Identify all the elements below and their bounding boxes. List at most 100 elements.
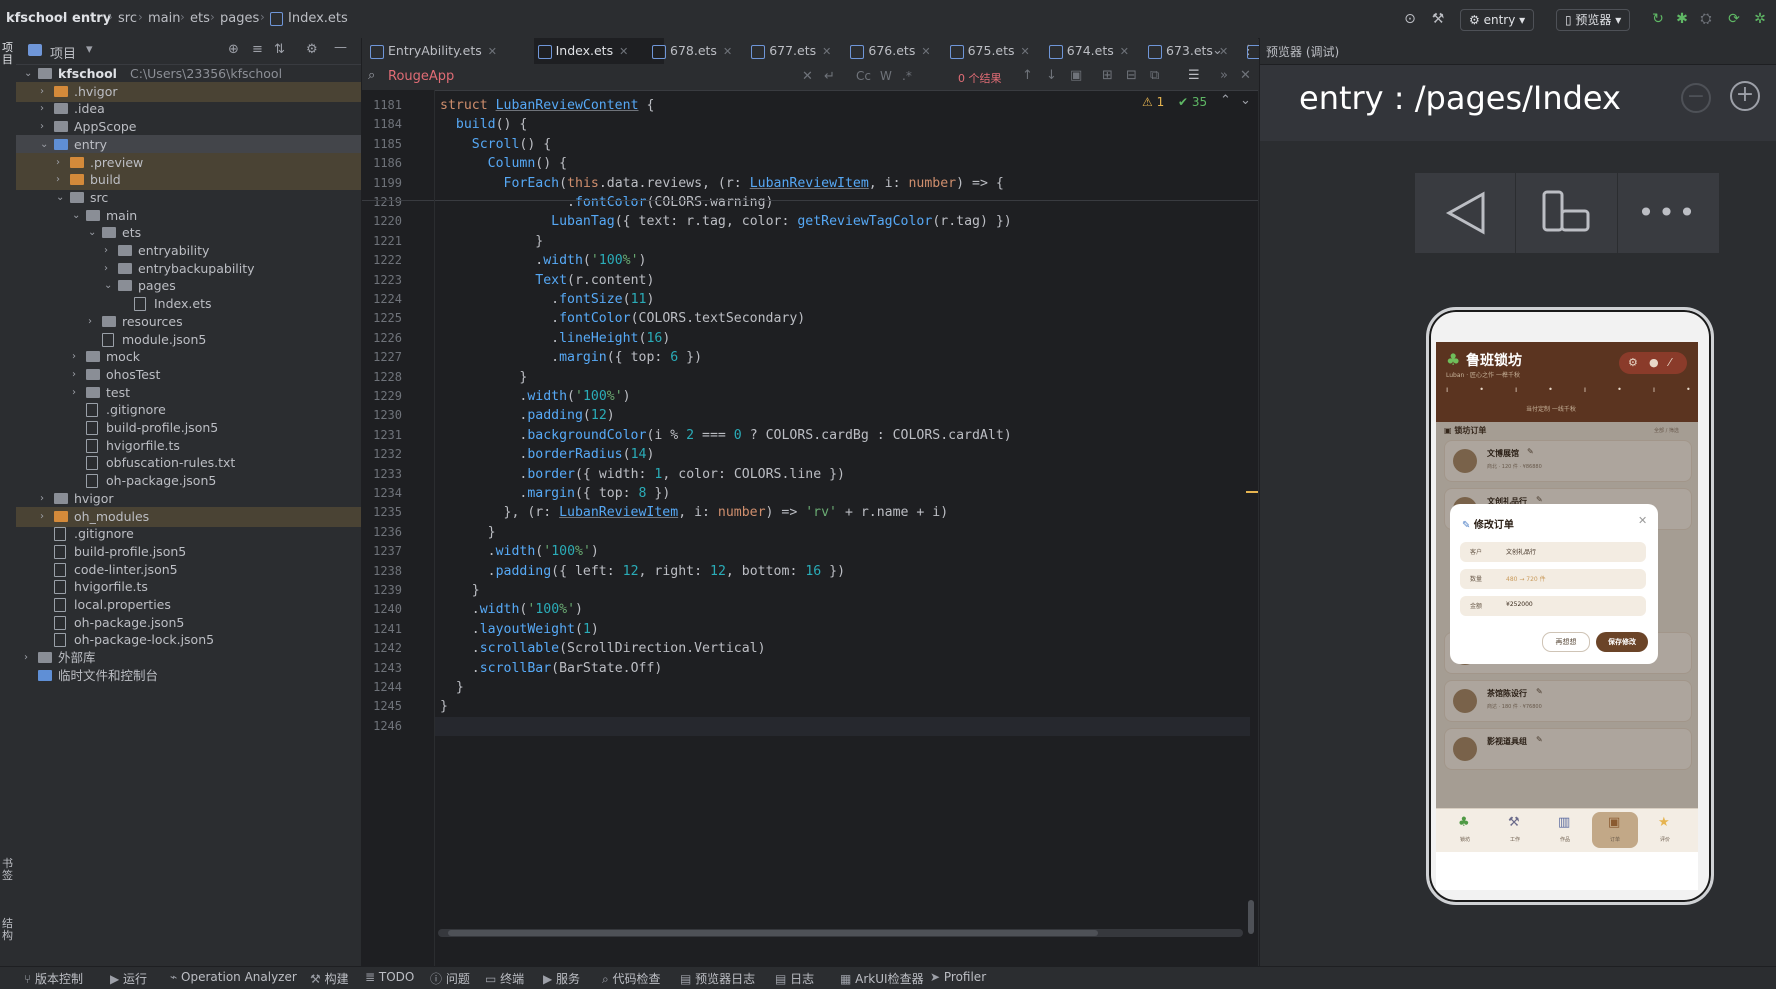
bottom-tool-12[interactable]: ➤ Profiler	[930, 970, 986, 984]
check-count[interactable]: ✔ 35	[1178, 95, 1207, 109]
locate-icon[interactable]: ⊕	[228, 42, 239, 57]
whole-word-toggle[interactable]: W	[880, 69, 892, 83]
breadcrumb-pages[interactable]: pages	[220, 11, 259, 26]
structure-tool-button[interactable]: 结构	[2, 918, 14, 942]
project-tool-button[interactable]: 项目	[2, 42, 14, 66]
breadcrumb-ets[interactable]: ets	[190, 11, 210, 26]
bottom-tool-3[interactable]: ⚒ 构建	[310, 970, 349, 987]
code-line[interactable]: .backgroundColor(i % 2 === 0 ? COLORS.ca…	[440, 428, 1011, 443]
rotate-button[interactable]	[1516, 173, 1618, 253]
device-screen[interactable]: ♣ 鲁班锁坊 Luban · 匠心之作 一榫千秋 ⚙ ● ⁄ ı•ı•ı•ı•ı…	[1436, 342, 1698, 890]
tab-676-ets[interactable]: 676.ets ✕	[846, 38, 961, 64]
rerun-icon[interactable]: ↻	[1650, 11, 1666, 27]
search-input[interactable]: RougeApp	[388, 69, 454, 84]
project-view-label[interactable]: 项目	[50, 43, 76, 62]
more-options-icon[interactable]: •••	[1618, 173, 1719, 253]
zoom-out-icon[interactable]: −	[1681, 83, 1711, 113]
app-tab-tree[interactable]: ♣ 锁坊	[1442, 812, 1488, 848]
vertical-scrollbar-thumb[interactable]	[1248, 900, 1254, 934]
scrollbar-thumb[interactable]	[448, 930, 1098, 936]
app-tab-star[interactable]: ★ 评价	[1642, 812, 1688, 848]
modal-field[interactable]: 客户 文创礼品行	[1460, 542, 1646, 562]
code-line[interactable]: Text(r.content)	[440, 273, 654, 288]
error-stripe-marker[interactable]	[1246, 491, 1258, 493]
brush-icon[interactable]: ⁄	[1669, 356, 1671, 369]
bottom-tool-5[interactable]: ⓘ 问题	[430, 970, 470, 987]
cancel-button[interactable]: 再想想	[1542, 632, 1590, 652]
bottom-tool-6[interactable]: ▭ 终端	[485, 970, 524, 987]
code-line[interactable]: }	[440, 234, 543, 249]
attach-icon[interactable]: ⛭	[1698, 11, 1714, 27]
gear-icon[interactable]: ⚙	[306, 42, 318, 57]
code-line[interactable]: .padding(12)	[440, 408, 614, 423]
bottom-tool-1[interactable]: ▶ 运行	[110, 970, 147, 987]
tree-row[interactable]: 临时文件和控制台	[16, 666, 361, 686]
app-tab-box[interactable]: ▣ 订单	[1592, 812, 1638, 848]
more-vertical-icon[interactable]: ⋮	[1242, 43, 1255, 58]
remove-selection-icon[interactable]: ⊟	[1126, 68, 1137, 83]
refresh-icon[interactable]: ⟳	[1726, 11, 1742, 27]
prev-match-icon[interactable]: ↑	[1022, 68, 1033, 83]
expand-all-icon[interactable]: ≡	[252, 42, 263, 57]
chevron-down-icon[interactable]: ▾	[86, 42, 93, 57]
code-line[interactable]: Scroll() {	[440, 137, 551, 152]
code-line[interactable]: struct LubanReviewContent {	[440, 98, 654, 113]
breadcrumb-project[interactable]: kfschool	[6, 11, 67, 26]
bottom-tool-8[interactable]: ⌕ 代码检查	[602, 970, 661, 987]
regex-toggle[interactable]: .*	[902, 69, 912, 83]
bottom-tool-10[interactable]: ▤ 日志	[775, 970, 814, 987]
more-icon[interactable]: »	[1220, 68, 1228, 83]
filter-icon[interactable]: ⧉	[1150, 68, 1159, 83]
profile-icon[interactable]: ✲	[1752, 11, 1768, 27]
run-config-select[interactable]: ⚙ entry ▾	[1460, 9, 1535, 31]
breadcrumb-src[interactable]: src	[118, 11, 137, 26]
save-button[interactable]: 保存修改	[1596, 632, 1648, 652]
modal-field[interactable]: 金额 ¥252000	[1460, 596, 1646, 616]
match-case-toggle[interactable]: Cc	[856, 69, 871, 83]
chevron-up-icon[interactable]: ⌃	[1220, 93, 1231, 108]
bottom-tool-11[interactable]: ▦ ArkUI检查器	[840, 970, 924, 987]
code-line[interactable]: Column() {	[440, 156, 567, 171]
target-icon[interactable]: ⊙	[1402, 11, 1418, 27]
bottom-tool-9[interactable]: ▤ 预览器日志	[680, 970, 755, 987]
code-line[interactable]: LubanTag({ text: r.tag, color: getReview…	[440, 214, 1012, 229]
code-line[interactable]: ForEach(this.data.reviews, (r: LubanRevi…	[440, 176, 1004, 191]
code-line[interactable]: build() {	[440, 117, 527, 132]
bottom-tool-2[interactable]: ⌁ Operation Analyzer	[170, 970, 297, 984]
zoom-in-icon[interactable]: +	[1730, 81, 1760, 111]
tab-index-ets[interactable]: Index.ets ✕	[533, 38, 664, 66]
horizontal-scrollbar[interactable]	[438, 929, 1243, 937]
code-line[interactable]: }	[440, 583, 480, 598]
tab-675-ets[interactable]: 675.ets ✕	[946, 38, 1061, 64]
code-line[interactable]: }	[440, 680, 464, 695]
bottom-tool-0[interactable]: ⑂ 版本控制	[24, 970, 83, 987]
tab-678-ets[interactable]: 678.ets ✕	[648, 38, 763, 64]
close-icon[interactable]: ✕	[1021, 45, 1030, 58]
tab-677-ets[interactable]: 677.ets ✕	[747, 38, 862, 64]
device-select[interactable]: ▯ 预览器 ▾	[1556, 9, 1631, 31]
code-line[interactable]: .width('100%')	[440, 253, 646, 268]
code-line[interactable]: .fontColor(COLORS.textSecondary)	[440, 311, 805, 326]
code-line[interactable]: .borderRadius(14)	[440, 447, 654, 462]
close-icon[interactable]: ✕	[723, 45, 732, 58]
collapse-all-icon[interactable]: ⇅	[274, 42, 285, 57]
code-line[interactable]: .width('100%')	[440, 544, 599, 559]
breadcrumb-main[interactable]: main	[148, 11, 180, 26]
code-line[interactable]: .width('100%')	[440, 389, 630, 404]
close-icon[interactable]: ✕	[619, 45, 628, 58]
close-icon[interactable]: ✕	[921, 45, 930, 58]
tab-entryability-ets[interactable]: EntryAbility.ets ✕	[366, 38, 550, 64]
code-line[interactable]: }	[440, 699, 448, 714]
minimize-icon[interactable]: —	[334, 40, 347, 55]
code-line[interactable]: }, (r: LubanReviewItem, i: number) => 'r…	[440, 505, 949, 520]
code-line[interactable]: .lineHeight(16)	[440, 331, 670, 346]
debug-icon[interactable]: ✱	[1674, 11, 1690, 27]
code-line[interactable]: .layoutWeight(1)	[440, 622, 599, 637]
code-line[interactable]: }	[440, 370, 527, 385]
code-line[interactable]: .width('100%')	[440, 602, 583, 617]
header-actions[interactable]: ⚙ ● ⁄	[1619, 352, 1687, 374]
close-icon[interactable]: ✕	[488, 45, 497, 58]
breadcrumb-module[interactable]: entry	[72, 11, 111, 26]
hammer-icon[interactable]: ⚒	[1430, 11, 1446, 27]
chevron-down-icon[interactable]: ⌄	[1240, 93, 1251, 108]
